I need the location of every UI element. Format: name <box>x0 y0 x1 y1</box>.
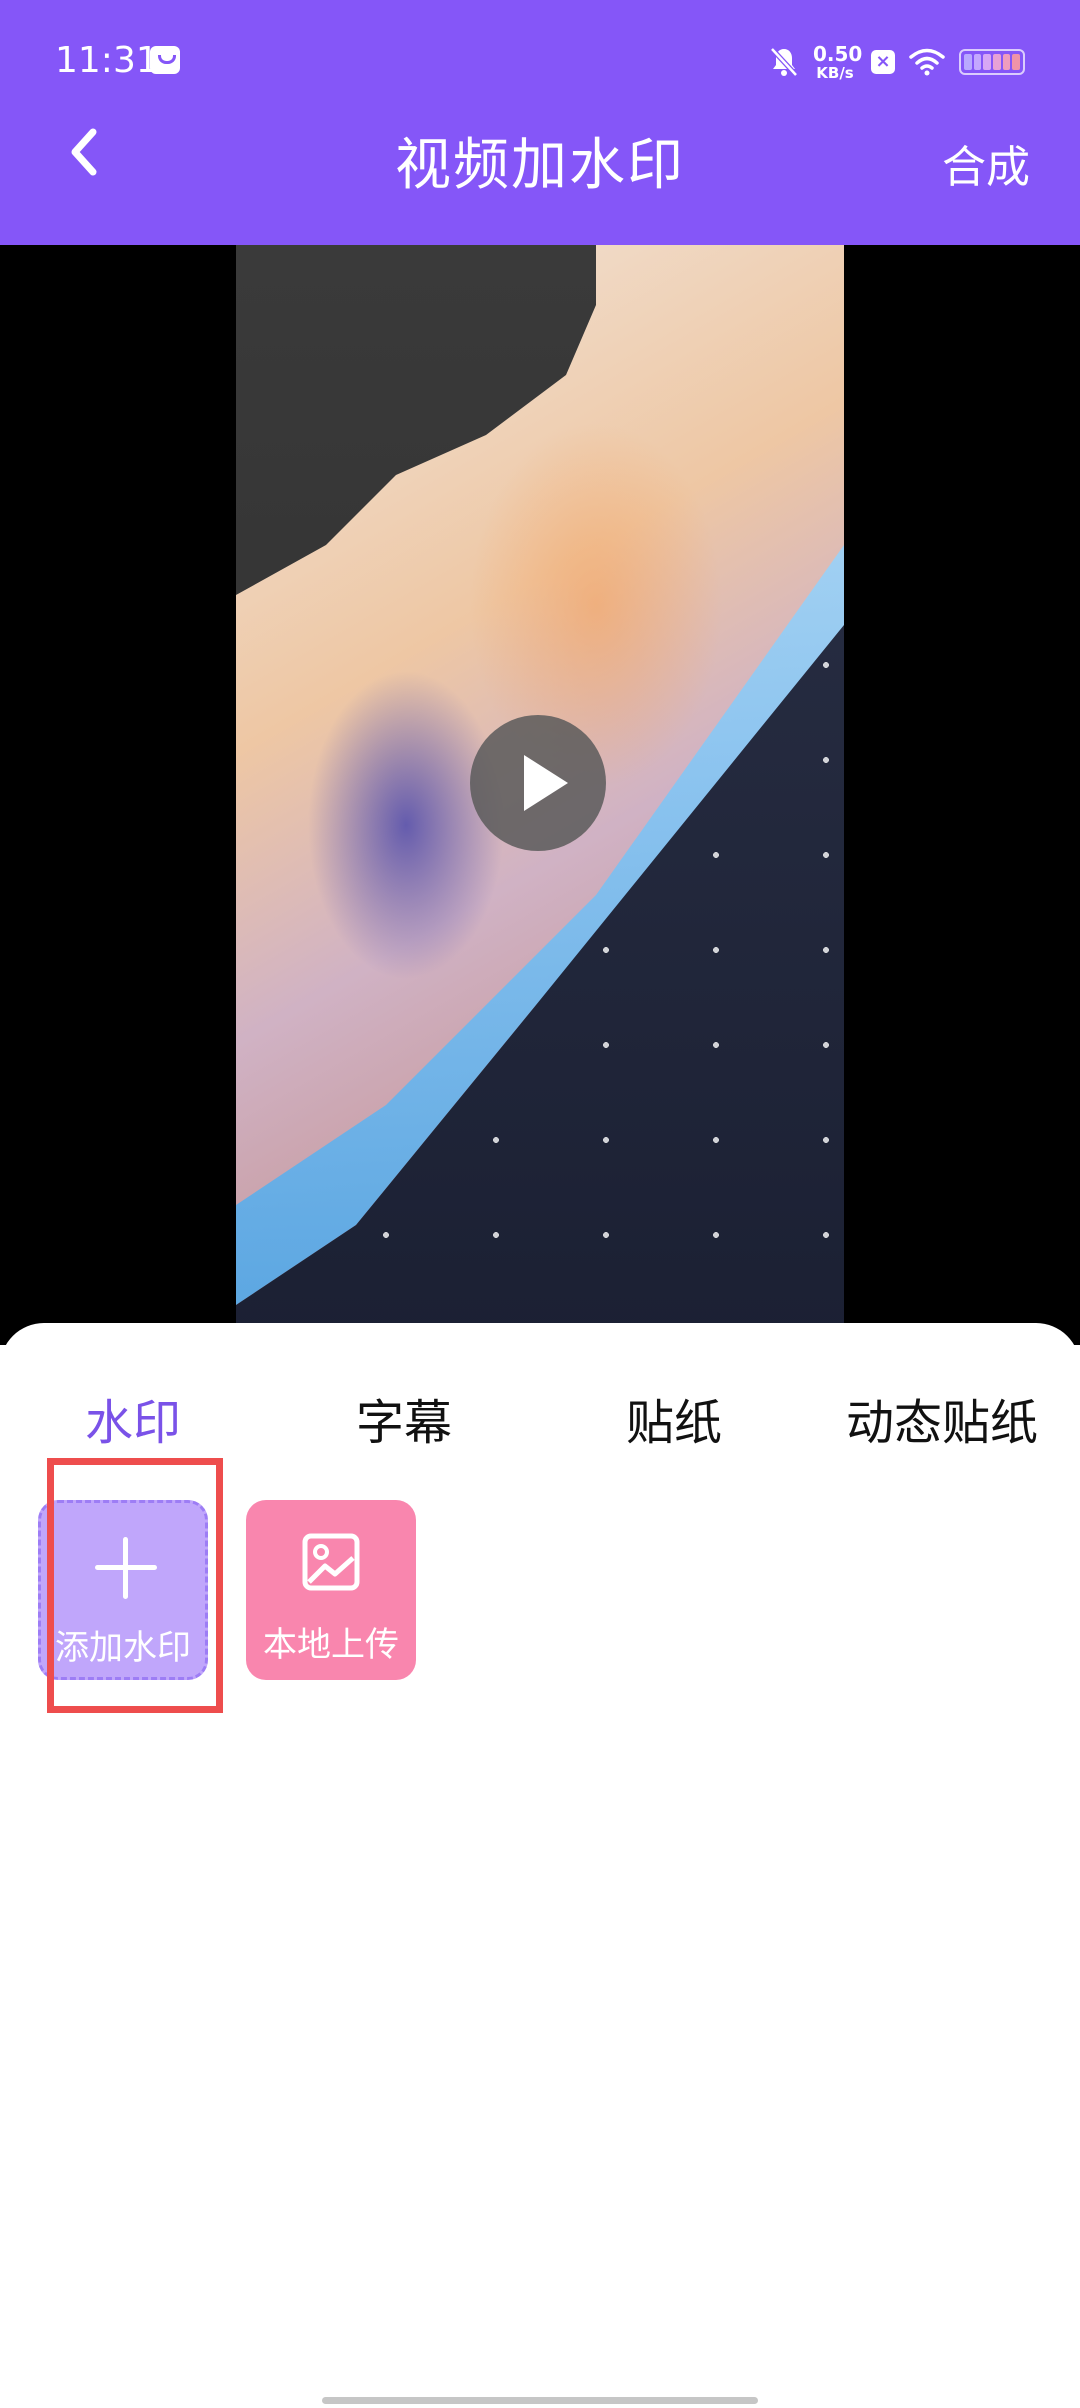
page-title: 视频加水印 <box>395 133 685 198</box>
network-speed-unit: KB/s <box>816 63 854 82</box>
bottom-sheet: 水印 字幕 贴纸 动态贴纸 添加水印 本地上传 <box>0 1323 1080 2408</box>
local-upload-button[interactable]: 本地上传 <box>246 1500 416 1680</box>
play-icon[interactable] <box>470 715 606 851</box>
compose-button[interactable]: 合成 <box>942 131 1030 195</box>
plus-icon <box>95 1537 157 1599</box>
tab-sticker[interactable]: 贴纸 <box>626 1383 722 1453</box>
bell-off-icon <box>770 47 798 77</box>
local-upload-label: 本地上传 <box>263 1625 399 1665</box>
network-speed-value: 0.50 <box>813 41 863 66</box>
status-time: 11:31 <box>55 40 159 81</box>
message-notification-icon <box>150 46 180 74</box>
battery-icon <box>959 49 1025 75</box>
status-icons: 0.50 KB/s × <box>769 42 1025 82</box>
tab-subtitle[interactable]: 字幕 <box>356 1383 452 1453</box>
network-speed: 0.50 KB/s <box>813 41 863 82</box>
image-icon <box>302 1533 360 1591</box>
add-watermark-label: 添加水印 <box>55 1628 191 1668</box>
header-bar: 11:31 0.50 KB/s × 视频加水印 合成 <box>0 0 1080 245</box>
add-watermark-button[interactable]: 添加水印 <box>38 1500 208 1680</box>
close-badge-icon: × <box>871 50 895 74</box>
wifi-icon <box>909 48 945 76</box>
tab-watermark[interactable]: 水印 <box>85 1383 181 1453</box>
tab-animated-sticker[interactable]: 动态贴纸 <box>846 1383 1038 1453</box>
home-indicator[interactable] <box>322 2397 758 2404</box>
